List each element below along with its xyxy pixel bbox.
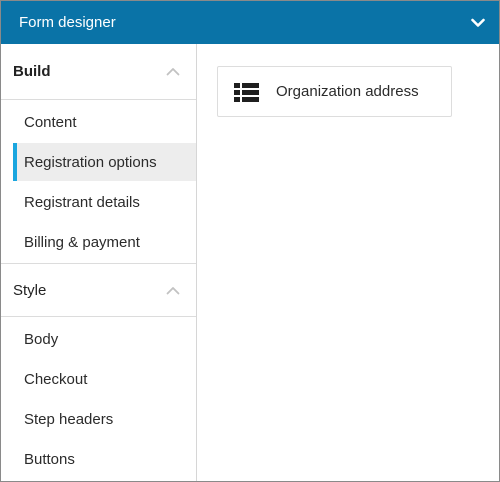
section-title-build: Build [13, 63, 51, 80]
section-header-build[interactable]: Build [1, 44, 196, 100]
chevron-up-icon[interactable] [166, 67, 180, 77]
form-designer-panel: Form designer Build Content Registration… [0, 0, 500, 482]
list-icon [234, 82, 260, 102]
section-title-style: Style [13, 281, 47, 299]
sidebar-item-content[interactable]: Content [13, 103, 196, 141]
chevron-down-icon[interactable] [469, 14, 487, 32]
sidebar-item-body[interactable]: Body [13, 320, 196, 358]
chevron-up-icon[interactable] [166, 285, 180, 295]
build-nav-list: Content Registration options Registrant … [1, 100, 196, 261]
sidebar-item-step-headers[interactable]: Step headers [13, 400, 196, 438]
sidebar-item-label: Body [24, 330, 59, 348]
sidebar-item-buttons[interactable]: Buttons [13, 440, 196, 478]
field-card-organization-address[interactable]: Organization address [217, 66, 452, 117]
sidebar-item-registration-options[interactable]: Registration options [13, 143, 196, 181]
sidebar-item-checkout[interactable]: Checkout [13, 360, 196, 398]
sidebar-item-label: Step headers [24, 410, 114, 428]
sidebar-item-label: Buttons [24, 450, 75, 468]
section-header-style[interactable]: Style [1, 263, 196, 317]
panel-header[interactable]: Form designer [1, 1, 499, 44]
main-canvas: Organization address [197, 44, 499, 481]
sidebar: Build Content Registration options Regis… [1, 44, 197, 481]
sidebar-item-label: Content [24, 113, 77, 131]
sidebar-item-billing-payment[interactable]: Billing & payment [13, 223, 196, 261]
sidebar-item-label: Registration options [24, 153, 157, 171]
sidebar-item-label: Checkout [24, 370, 88, 388]
style-nav-list: Body Checkout Step headers Buttons [1, 317, 196, 478]
field-card-label: Organization address [276, 83, 419, 100]
sidebar-item-label: Registrant details [24, 193, 140, 211]
sidebar-item-registrant-details[interactable]: Registrant details [13, 183, 196, 221]
panel-title: Form designer [19, 14, 116, 31]
sidebar-item-label: Billing & payment [24, 233, 140, 251]
